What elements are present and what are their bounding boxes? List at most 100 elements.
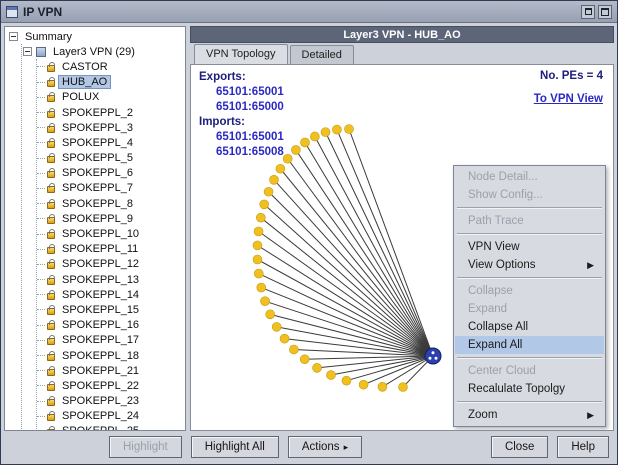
tree-group-label: Layer3 VPN (29)	[50, 46, 138, 58]
tree-connector	[37, 416, 45, 417]
lock-icon	[47, 186, 55, 193]
spoke-node[interactable]	[254, 269, 263, 278]
spoke-node[interactable]	[332, 125, 341, 134]
tree-item[interactable]: SPOKEPPL_18	[37, 348, 185, 363]
spoke-node[interactable]	[291, 145, 300, 154]
restore-window-button[interactable]	[581, 5, 595, 19]
tree-connector	[37, 264, 45, 265]
tab-vpn-topology[interactable]: VPN Topology	[194, 44, 288, 65]
spoke-node[interactable]	[257, 283, 266, 292]
spoke-node[interactable]	[264, 187, 273, 196]
lock-icon	[47, 308, 55, 315]
tree-item[interactable]: SPOKEPPL_23	[37, 394, 185, 409]
spoke-node[interactable]	[300, 355, 309, 364]
help-button[interactable]: Help	[557, 436, 609, 458]
spoke-node[interactable]	[359, 380, 368, 389]
spoke-node[interactable]	[326, 371, 335, 380]
tree-item[interactable]: SPOKEPPL_3	[37, 120, 185, 135]
close-button[interactable]: Close	[491, 436, 548, 458]
spoke-node[interactable]	[254, 227, 263, 236]
export-value: 65101:65001	[216, 85, 284, 100]
tree-item[interactable]: SPOKEPPL_16	[37, 318, 185, 333]
tree-item[interactable]: HUB_AO	[37, 75, 185, 90]
spoke-node[interactable]	[321, 128, 330, 137]
tree-item[interactable]: SPOKEPPL_25	[37, 424, 185, 431]
tree-item[interactable]: SPOKEPPL_22	[37, 378, 185, 393]
spoke-node[interactable]	[345, 125, 354, 134]
tree-item[interactable]: SPOKEPPL_8	[37, 196, 185, 211]
spoke-node[interactable]	[276, 164, 285, 173]
spoke-node[interactable]	[342, 376, 351, 385]
highlight-all-button[interactable]: Highlight All	[191, 436, 279, 458]
spoke-node[interactable]	[310, 132, 319, 141]
tree-item-layer3-vpn[interactable]: Layer3 VPN (29)	[22, 44, 185, 59]
spoke-node[interactable]	[272, 322, 281, 331]
to-vpn-view-link[interactable]: To VPN View	[534, 93, 603, 105]
maximize-window-button[interactable]	[598, 5, 612, 19]
spoke-node[interactable]	[300, 138, 309, 147]
spoke-node[interactable]	[253, 241, 262, 250]
route-targets-block: Exports: 65101:65001 65101:65000 Imports…	[199, 70, 284, 160]
tree-item[interactable]: SPOKEPPL_14	[37, 287, 185, 302]
tree-item-label: SPOKEPPL_16	[59, 319, 142, 331]
tab-detailed[interactable]: Detailed	[290, 45, 354, 64]
spoke-node[interactable]	[261, 297, 270, 306]
tab-bar: VPN Topology Detailed	[190, 43, 614, 64]
window-titlebar[interactable]: IP VPN	[1, 1, 617, 23]
menu-item-collapse-all[interactable]: Collapse All	[455, 318, 604, 336]
menu-item-label: Show Config...	[468, 186, 543, 204]
tree-item[interactable]: SPOKEPPL_13	[37, 272, 185, 287]
spoke-node[interactable]	[399, 383, 408, 392]
spoke-node[interactable]	[378, 382, 387, 391]
menu-item-label: View Options	[468, 256, 536, 274]
tree-item[interactable]: POLUX	[37, 90, 185, 105]
menu-item-expand-all[interactable]: Expand All	[455, 336, 604, 354]
tree-connector	[37, 294, 45, 295]
tree-item[interactable]: SPOKEPPL_4	[37, 135, 185, 150]
collapse-expander-icon[interactable]	[23, 47, 32, 56]
highlight-button: Highlight	[109, 436, 182, 458]
tree-item[interactable]: SPOKEPPL_7	[37, 181, 185, 196]
hub-node[interactable]	[425, 348, 441, 364]
spoke-node[interactable]	[280, 334, 289, 343]
tree-item-label: SPOKEPPL_5	[59, 152, 136, 164]
menu-item-view-options[interactable]: View Options ▶	[455, 256, 604, 274]
tree-item[interactable]: SPOKEPPL_6	[37, 166, 185, 181]
menu-item-zoom[interactable]: Zoom▶	[455, 406, 604, 424]
spoke-node[interactable]	[256, 213, 265, 222]
lock-icon	[47, 384, 55, 391]
tree-item[interactable]: SPOKEPPL_12	[37, 257, 185, 272]
menu-item-recalulate-topolgy[interactable]: Recalulate Topolgy	[455, 380, 604, 398]
tree-item[interactable]: CASTOR	[37, 59, 185, 74]
tree-item[interactable]: SPOKEPPL_21	[37, 363, 185, 378]
tree-item[interactable]: SPOKEPPL_9	[37, 211, 185, 226]
maximize-icon	[601, 8, 609, 16]
tree-item[interactable]: SPOKEPPL_15	[37, 302, 185, 317]
spoke-node[interactable]	[313, 363, 322, 372]
spoke-node[interactable]	[266, 310, 275, 319]
tree-item[interactable]: SPOKEPPL_2	[37, 105, 185, 120]
tree-connector	[37, 340, 45, 341]
spoke-node[interactable]	[253, 255, 262, 264]
tree-item[interactable]: SPOKEPPL_24	[37, 409, 185, 424]
tree-item[interactable]: SPOKEPPL_11	[37, 242, 185, 257]
submenu-arrow-icon: ▶	[587, 256, 594, 274]
hub-node-glyph	[435, 357, 438, 360]
tree-item[interactable]: SPOKEPPL_10	[37, 226, 185, 241]
lock-icon	[47, 232, 55, 239]
menu-item-vpn-view[interactable]: VPN View	[455, 238, 604, 256]
spoke-node[interactable]	[269, 175, 278, 184]
tree-item[interactable]: SPOKEPPL_5	[37, 151, 185, 166]
tree-item-summary[interactable]: Summary	[8, 29, 185, 44]
tree-item-label: SPOKEPPL_7	[59, 182, 136, 194]
spoke-node[interactable]	[260, 200, 269, 209]
menu-separator	[457, 357, 602, 359]
spoke-node[interactable]	[289, 345, 298, 354]
collapse-expander-icon[interactable]	[9, 32, 18, 41]
lock-icon	[47, 338, 55, 345]
spoke-node[interactable]	[283, 154, 292, 163]
actions-button[interactable]: Actions▸	[288, 436, 362, 458]
lock-icon	[47, 126, 55, 133]
vpn-group-icon	[36, 47, 46, 57]
tree-item[interactable]: SPOKEPPL_17	[37, 333, 185, 348]
